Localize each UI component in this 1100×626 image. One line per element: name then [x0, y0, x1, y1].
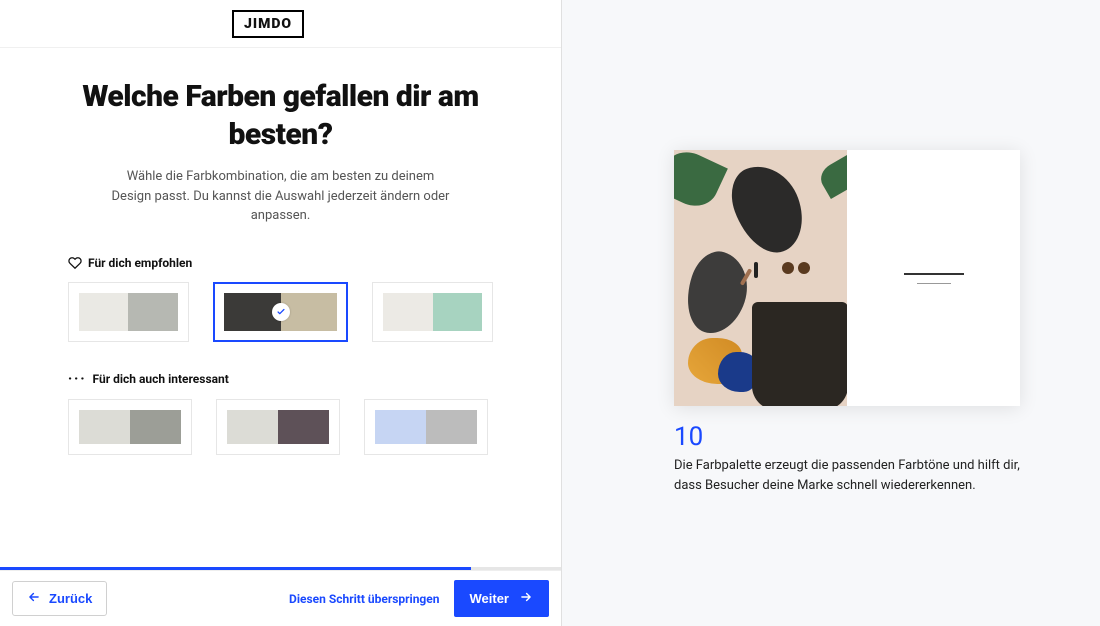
- interesting-palettes: [68, 399, 493, 455]
- swatch-left: [79, 293, 128, 331]
- swatch-left: [227, 410, 278, 444]
- swatch-left: [79, 410, 130, 444]
- next-button[interactable]: Weiter: [454, 580, 550, 617]
- check-icon: [272, 303, 290, 321]
- swatch-right: [278, 410, 329, 444]
- step-description: Die Farbpalette erzeugt die passenden Fa…: [674, 456, 1044, 495]
- arrow-right-icon: [519, 590, 533, 607]
- swatch-right: [426, 410, 477, 444]
- palette-option[interactable]: [216, 399, 340, 455]
- step-number: 10: [674, 422, 703, 452]
- swatch-left: [383, 293, 432, 331]
- swatch-left: [375, 410, 426, 444]
- left-panel: JIMDO Welche Farben gefallen dir am best…: [0, 0, 562, 626]
- swatch-right: [433, 293, 482, 331]
- right-panel: 10 Die Farbpalette erzeugt die passenden…: [562, 0, 1100, 626]
- back-label: Zurück: [49, 591, 92, 606]
- placeholder-line: [917, 283, 951, 284]
- recommended-section: Für dich empfohlen: [68, 256, 493, 342]
- palette-option[interactable]: [364, 399, 488, 455]
- page-title: Welche Farben gefallen dir am besten?: [68, 78, 493, 153]
- palette-option[interactable]: [68, 399, 192, 455]
- more-icon: ···: [68, 372, 87, 387]
- recommended-label: Für dich empfohlen: [88, 256, 192, 270]
- interesting-section: ··· Für dich auch interessant: [68, 372, 493, 455]
- arrow-left-icon: [27, 590, 41, 607]
- recommended-title: Für dich empfohlen: [68, 256, 493, 270]
- placeholder-line: [904, 273, 964, 275]
- back-button[interactable]: Zurück: [12, 581, 107, 616]
- preview-text-placeholder: [847, 150, 1020, 406]
- heart-icon: [68, 256, 82, 270]
- palette-option[interactable]: [372, 282, 493, 342]
- swatch-right: [128, 293, 177, 331]
- next-label: Weiter: [470, 591, 510, 606]
- bottom-bar: Zurück Diesen Schritt überspringen Weite…: [0, 570, 561, 626]
- interesting-label: Für dich auch interessant: [93, 372, 229, 386]
- palette-option[interactable]: [68, 282, 189, 342]
- page-subtitle: Wähle die Farbkombination, die am besten…: [68, 167, 493, 226]
- logo-bar: JIMDO: [0, 0, 561, 48]
- interesting-title: ··· Für dich auch interessant: [68, 372, 493, 387]
- preview-card: [674, 150, 1020, 406]
- preview-image: [674, 150, 847, 406]
- content-area: Welche Farben gefallen dir am besten? Wä…: [0, 48, 561, 567]
- swatch-right: [130, 410, 181, 444]
- recommended-palettes: [68, 282, 493, 342]
- brand-logo: JIMDO: [232, 10, 304, 38]
- progress-bar: [0, 567, 561, 570]
- skip-link[interactable]: Diesen Schritt überspringen: [289, 592, 439, 606]
- progress-fill: [0, 567, 471, 570]
- palette-option-selected[interactable]: [213, 282, 349, 342]
